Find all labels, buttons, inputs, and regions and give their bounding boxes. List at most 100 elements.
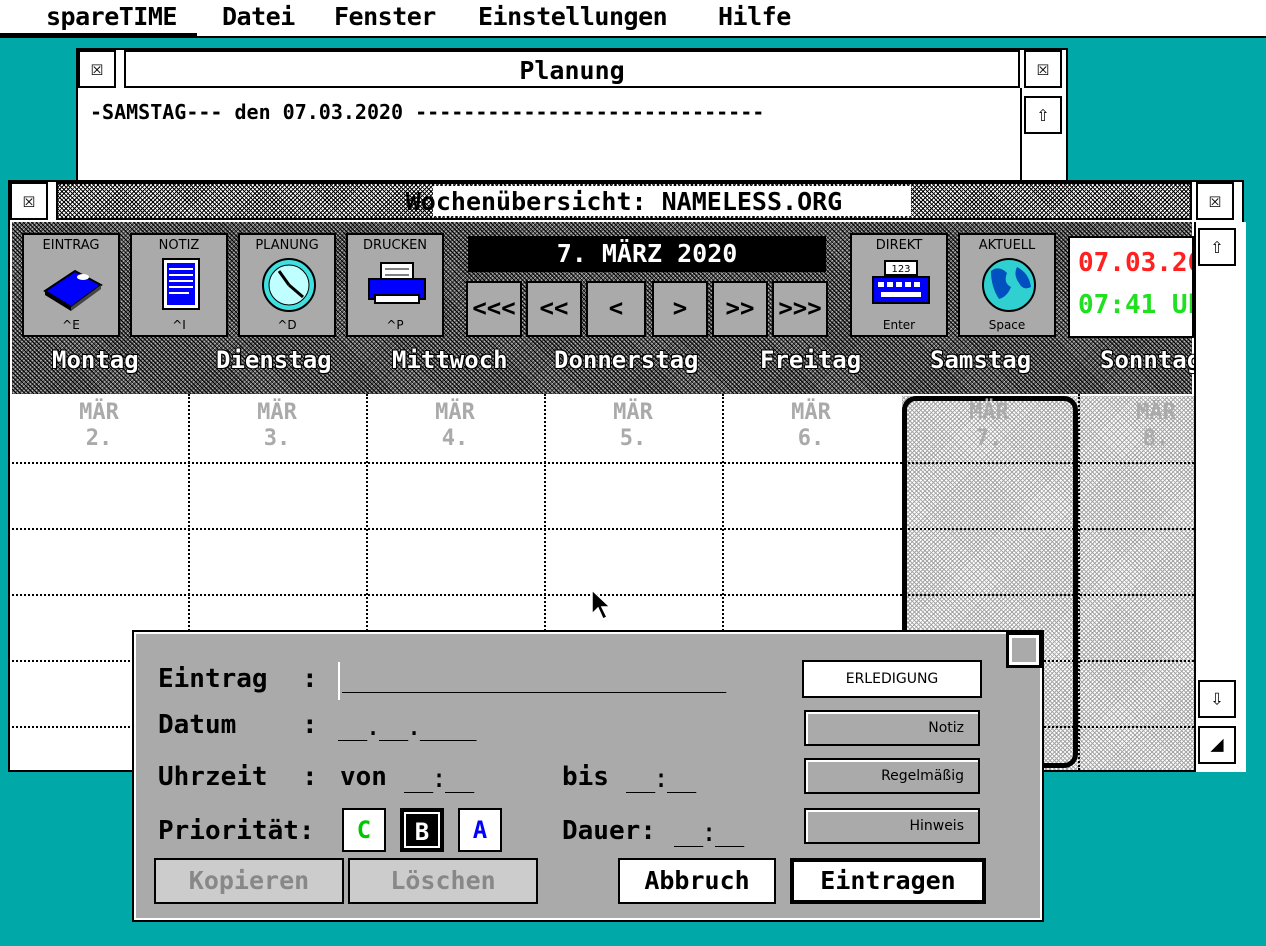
von-label: von <box>340 762 387 792</box>
menu-datei[interactable]: Datei <box>222 2 295 31</box>
current-date-display: 7. MÄRZ 2020 <box>468 236 826 272</box>
globe-icon <box>982 258 1036 312</box>
nav-back-month-button[interactable]: << <box>526 281 582 337</box>
nav-back-week-button[interactable]: < <box>586 281 646 337</box>
datum-label: Datum <box>158 710 237 740</box>
abbruch-button[interactable]: Abbruch <box>618 858 776 904</box>
nav-forward-week-button[interactable]: > <box>652 281 708 337</box>
loeschen-button[interactable]: Löschen <box>348 858 538 904</box>
planung-button-key: ^D <box>277 318 297 332</box>
notiz-toggle-button[interactable]: Notiz <box>804 710 980 746</box>
erledigung-button[interactable]: ERLEDIGUNG <box>802 660 982 698</box>
menu-sparetime[interactable]: spareTIME <box>46 2 177 31</box>
nav-forward-month-button[interactable]: >> <box>712 281 768 337</box>
planung-button[interactable]: PLANUNG ^D <box>238 233 336 337</box>
planung-titlebar[interactable]: Planung <box>124 50 1020 88</box>
book-icon <box>43 269 103 311</box>
eintrag-input[interactable]: ____________________________ <box>342 664 726 694</box>
day-cell-header: MÄR 4. <box>435 400 475 451</box>
week-scroll-down-icon[interactable]: ⇩ <box>1198 680 1236 718</box>
eintrag-colon: : <box>302 664 318 694</box>
kopieren-button[interactable]: Kopieren <box>154 858 344 904</box>
mouse-cursor-icon <box>591 588 612 621</box>
clock-panel: 07.03.2020 07:41 Uhr <box>1068 236 1194 338</box>
priority-b-button[interactable]: B <box>400 808 444 852</box>
planung-fuller-icon[interactable]: ☒ <box>1024 50 1062 88</box>
datum-input[interactable]: __.__.____ <box>338 712 477 742</box>
dayname-dienstag: Dienstag <box>216 346 332 374</box>
menu-fenster[interactable]: Fenster <box>334 2 436 31</box>
eintragen-button[interactable]: Eintragen <box>790 858 986 904</box>
printer-icon <box>368 262 426 304</box>
drucken-button-key: ^P <box>386 318 404 332</box>
menu-active-underline <box>0 33 197 36</box>
planung-button-label: PLANUNG <box>255 238 319 253</box>
dialog-close-icon[interactable] <box>1006 632 1042 668</box>
planung-line: -SAMSTAG--- den 07.03.2020 -------------… <box>90 100 765 124</box>
clock-date: 07.03.2020 <box>1078 248 1192 278</box>
week-fuller-icon[interactable]: ☒ <box>1196 182 1234 220</box>
bis-label: bis <box>562 762 609 792</box>
svg-text:123: 123 <box>891 264 910 275</box>
day-cell-header: MÄR 5. <box>613 400 653 451</box>
notiz-button-label: NOTIZ <box>158 238 200 253</box>
dayname-mittwoch: Mittwoch <box>392 346 508 374</box>
priority-c-button[interactable]: C <box>342 808 386 852</box>
clock-time: 07:41 Uhr <box>1078 290 1192 320</box>
week-scroll-up-icon[interactable]: ⇧ <box>1198 228 1236 266</box>
keyboard-icon: 123 <box>872 260 930 304</box>
eintrag-button-key: ^E <box>62 318 80 332</box>
day-cell-header: MÄR 2. <box>79 400 119 451</box>
note-icon <box>162 258 200 310</box>
week-close-icon[interactable]: ☒ <box>10 182 48 220</box>
aktuell-button-key: Space <box>988 318 1026 332</box>
menu-hilfe[interactable]: Hilfe <box>718 2 791 31</box>
dauer-label: Dauer: <box>562 816 656 846</box>
direkt-button[interactable]: DIREKT 123 Enter <box>850 233 948 337</box>
datum-colon: : <box>302 710 318 740</box>
day-cell-header: MÄR 7. <box>969 400 1009 451</box>
aktuell-button[interactable]: AKTUELL Space <box>958 233 1056 337</box>
priority-a-button[interactable]: A <box>458 808 502 852</box>
drucken-button[interactable]: DRUCKEN ^P <box>346 233 444 337</box>
week-resize-icon[interactable]: ◢ <box>1198 726 1236 764</box>
aktuell-button-label: AKTUELL <box>978 238 1036 253</box>
von-input[interactable]: __:__ <box>404 764 474 794</box>
text-cursor <box>338 662 340 700</box>
drucken-button-label: DRUCKEN <box>362 238 428 253</box>
day-cell-header: MÄR 6. <box>791 400 831 451</box>
direkt-button-key: Enter <box>882 318 916 332</box>
planung-scroll-up-icon[interactable]: ⇧ <box>1024 96 1062 134</box>
planung-scrollbar[interactable]: ⇧ <box>1020 88 1070 188</box>
planung-close-icon[interactable]: ☒ <box>78 50 116 88</box>
week-scrollbar[interactable]: ⇧ ⇩ ◢ <box>1194 222 1246 772</box>
week-title: Wochenübersicht: NAMELESS.ORG <box>405 187 843 216</box>
hinweis-toggle-button[interactable]: Hinweis <box>804 808 980 844</box>
dayname-sonntag: Sonntag <box>1100 346 1194 374</box>
menu-einstellungen[interactable]: Einstellungen <box>478 2 668 31</box>
dayname-samstag: Samstag <box>930 346 1032 374</box>
planung-title: Planung <box>519 56 625 85</box>
nav-back-year-button[interactable]: <<< <box>466 281 522 337</box>
regelmaessig-toggle-button[interactable]: Regelmäßig <box>804 758 980 794</box>
eintrag-button[interactable]: EINTRAG ^E <box>22 233 120 337</box>
dayname-freitag: Freitag <box>760 346 862 374</box>
menu-bar: spareTIME Datei Fenster Einstellungen Hi… <box>0 0 1266 38</box>
dayname-montag: Montag <box>52 346 139 374</box>
notiz-button-key: ^I <box>172 318 186 332</box>
bis-input[interactable]: __:__ <box>626 764 696 794</box>
week-titlebar[interactable]: Wochenübersicht: NAMELESS.ORG <box>56 182 1192 220</box>
nav-forward-year-button[interactable]: >>> <box>772 281 828 337</box>
day-cell-header: MÄR 8. <box>1136 400 1176 451</box>
notiz-button[interactable]: NOTIZ ^I <box>130 233 228 337</box>
prioritaet-label: Priorität: <box>158 816 315 846</box>
day-cell-header: MÄR 3. <box>257 400 297 451</box>
dayname-donnerstag: Donnerstag <box>554 346 699 374</box>
eintrag-label: Eintrag <box>158 664 268 694</box>
direkt-button-label: DIREKT <box>875 238 923 253</box>
planung-window: ☒ Planung ☒ -SAMSTAG--- den 07.03.2020 -… <box>76 48 1068 188</box>
dauer-input[interactable]: __:__ <box>674 818 744 848</box>
clock-icon <box>262 258 316 312</box>
eintrag-button-label: EINTRAG <box>42 238 100 253</box>
uhrzeit-colon: : <box>302 762 318 792</box>
